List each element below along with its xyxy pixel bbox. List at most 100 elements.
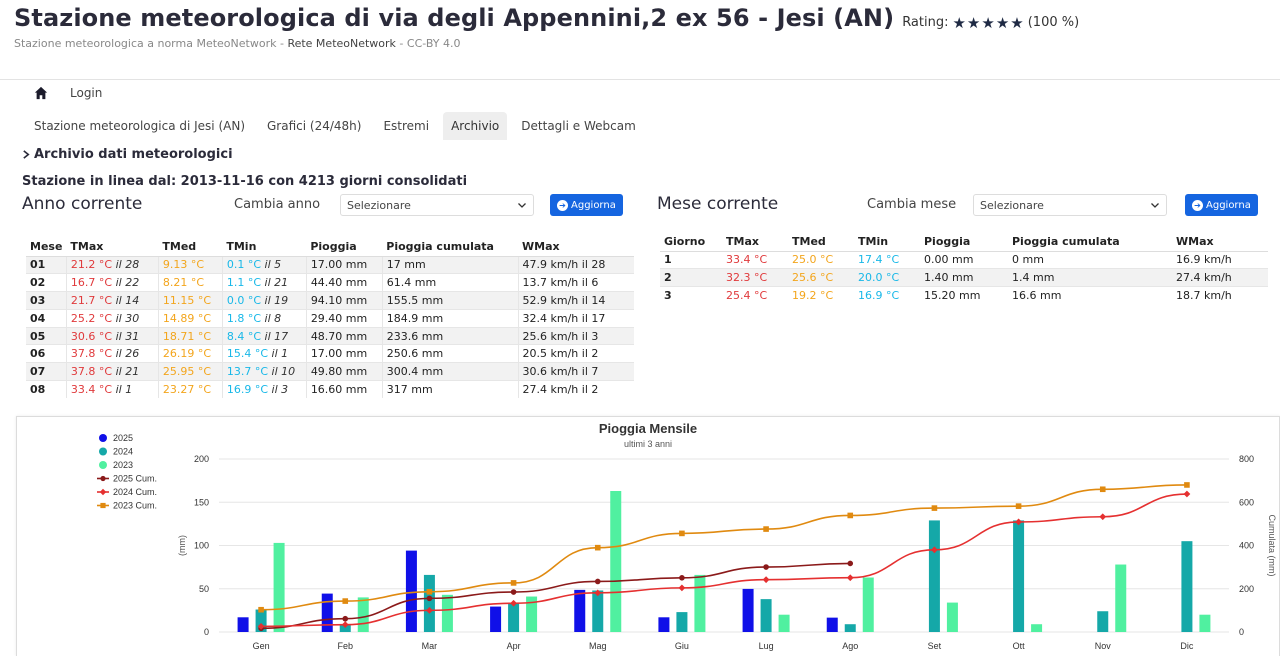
month-update-label: Aggiorna — [1206, 199, 1251, 211]
cell-tmed: 8.21 °C — [157, 273, 223, 292]
chevron-right-icon — [23, 150, 30, 159]
tmin-day: il 5 — [264, 258, 282, 272]
table-row: 1 33.4 °C 25.0 °C 17.4 °C 0.00 mm 0 mm 16.9 km… — [660, 250, 1268, 269]
col-pioggia-cumulata: Pioggia cumulata — [1008, 233, 1172, 252]
y-tick-label: 150 — [194, 497, 209, 507]
tab-extremes[interactable]: Estremi — [375, 112, 437, 140]
point-2023cum — [342, 598, 349, 604]
cell-rain: 0.00 mm — [920, 250, 1008, 269]
legend-label: 2025 Cum. — [113, 474, 157, 484]
y-axis-label: (mm) — [177, 535, 187, 556]
year-update-button[interactable]: ➔ Aggiorna — [550, 194, 623, 216]
point-2024cum — [678, 584, 686, 592]
tab-bar: Stazione meteorologica di Jesi (AN) Graf… — [26, 112, 650, 140]
month-update-button[interactable]: ➔ Aggiorna — [1185, 194, 1258, 216]
point-2023cum — [847, 512, 854, 519]
cell-day: 3 — [660, 286, 722, 305]
network-link[interactable]: Rete MeteoNetwork — [287, 37, 396, 50]
tmin-value: 13.7 °C — [226, 365, 269, 379]
col-tmax: TMax — [66, 238, 159, 257]
bar-2024-giu — [676, 612, 688, 632]
year-block-title: Anno corrente — [22, 194, 143, 214]
point-2025cum — [679, 575, 685, 581]
y2-tick-label: 600 — [1239, 497, 1254, 507]
tmax-value: 37.8 °C — [70, 365, 113, 379]
tab-charts[interactable]: Grafici (24/48h) — [259, 112, 369, 140]
bar-2023-set — [946, 602, 958, 632]
tmax-value: 33.4 °C — [70, 383, 113, 397]
chart-subtitle: ultimi 3 anni — [624, 439, 672, 449]
bar-2023-feb — [357, 597, 369, 632]
tmin-day: il 8 — [264, 311, 282, 325]
point-2025cum — [426, 595, 433, 602]
tab-station[interactable]: Stazione meteorologica di Jesi (AN) — [26, 112, 253, 140]
cell-tmed: 19.2 °C — [788, 286, 854, 305]
year-update-label: Aggiorna — [571, 199, 616, 211]
tmax-day: il 22 — [115, 276, 140, 290]
table-row: 06 37.8 °C il 26 26.19 °C 15.4 °C il 1 17.00… — [26, 344, 634, 363]
bar-2023-dic — [1199, 614, 1211, 632]
tmax-day: il 14 — [115, 293, 140, 307]
bar-2023-ago — [862, 577, 874, 632]
tmin-day: il 3 — [271, 383, 289, 397]
arrow-right-circle-icon: ➔ — [557, 199, 568, 211]
cell-rain-cum: 250.6 mm — [381, 344, 519, 363]
table-row: 05 30.6 °C il 31 18.71 °C 8.4 °C il 17 48.70… — [26, 326, 634, 345]
x-tick-label: Ago — [842, 641, 858, 651]
archive-section-toggle[interactable]: Archivio dati meteorologici — [22, 147, 233, 162]
bar-2025-lug — [742, 588, 754, 632]
legend-swatch — [99, 434, 107, 442]
chevron-down-icon — [1151, 203, 1159, 208]
x-tick-label: Gen — [253, 641, 270, 651]
table-row: 04 25.2 °C il 30 14.89 °C 1.8 °C il 8 29.40 … — [26, 308, 634, 328]
cell-wmax: 25.6 km/h il 3 — [517, 326, 634, 345]
point-2023cum — [426, 588, 433, 595]
cell-rain-cum: 1.4 mm — [1008, 268, 1172, 287]
cell-rain-cum: 0 mm — [1008, 250, 1172, 269]
rating-stars-icon: ★★★★★ — [952, 13, 1025, 32]
y2-tick-label: 0 — [1239, 627, 1244, 637]
cell-tmed: 18.71 °C — [157, 326, 223, 345]
bar-2024-lug — [760, 599, 772, 632]
col-giorno: Giorno — [660, 233, 722, 252]
point-2025cum — [510, 589, 517, 595]
cell-tmin: 20.0 °C — [854, 268, 920, 287]
legend-marker — [99, 488, 107, 496]
cell-tmed: 25.6 °C — [788, 268, 854, 287]
y-tick-label: 200 — [194, 454, 209, 464]
month-change-label: Cambia mese — [867, 197, 957, 212]
bar-2024-dic — [1181, 541, 1193, 632]
cell-rain-cum: 61.4 mm — [381, 273, 519, 292]
cell-month: 05 — [26, 326, 67, 345]
tmin-value: 0.1 °C — [226, 258, 262, 272]
cell-rain-cum: 233.6 mm — [381, 326, 519, 345]
chart-title: Pioggia Mensile — [599, 421, 697, 436]
rating: Rating: ★★★★★ (100 %) — [902, 14, 1079, 32]
tab-archive[interactable]: Archivio — [443, 112, 508, 140]
cell-tmin: 15.4 °C il 1 — [221, 344, 307, 363]
bar-2023-mar — [441, 594, 453, 632]
chevron-down-icon — [518, 203, 526, 208]
point-2025cum — [763, 564, 769, 570]
bar-2023-ott — [1031, 624, 1043, 632]
cell-tmax: 37.8 °C il 21 — [65, 362, 159, 381]
tab-details-webcam[interactable]: Dettagli e Webcam — [513, 112, 644, 140]
cell-rain: 48.70 mm — [305, 326, 383, 345]
year-select[interactable]: Selezionare — [340, 194, 534, 216]
bar-2024-ott — [1013, 520, 1025, 632]
login-link[interactable]: Login — [70, 86, 102, 100]
month-select[interactable]: Selezionare — [973, 194, 1167, 216]
cell-rain-cum: 155.5 mm — [381, 291, 519, 310]
home-icon[interactable] — [34, 86, 48, 100]
cell-wmax: 27.4 km/h — [1172, 268, 1268, 287]
tmax-value: 21.2 °C — [70, 258, 113, 272]
point-2024cum — [1099, 513, 1107, 521]
page-header: Stazione meteorologica di via degli Appe… — [0, 0, 1280, 80]
legend-marker — [100, 502, 106, 509]
top-nav: Login — [34, 86, 102, 100]
cell-wmax: 16.9 km/h — [1172, 250, 1268, 269]
bar-2024-set — [928, 520, 940, 632]
bar-2025-feb — [321, 593, 333, 632]
cell-rain: 29.40 mm — [305, 308, 383, 328]
col-tmax: TMax — [722, 233, 788, 252]
